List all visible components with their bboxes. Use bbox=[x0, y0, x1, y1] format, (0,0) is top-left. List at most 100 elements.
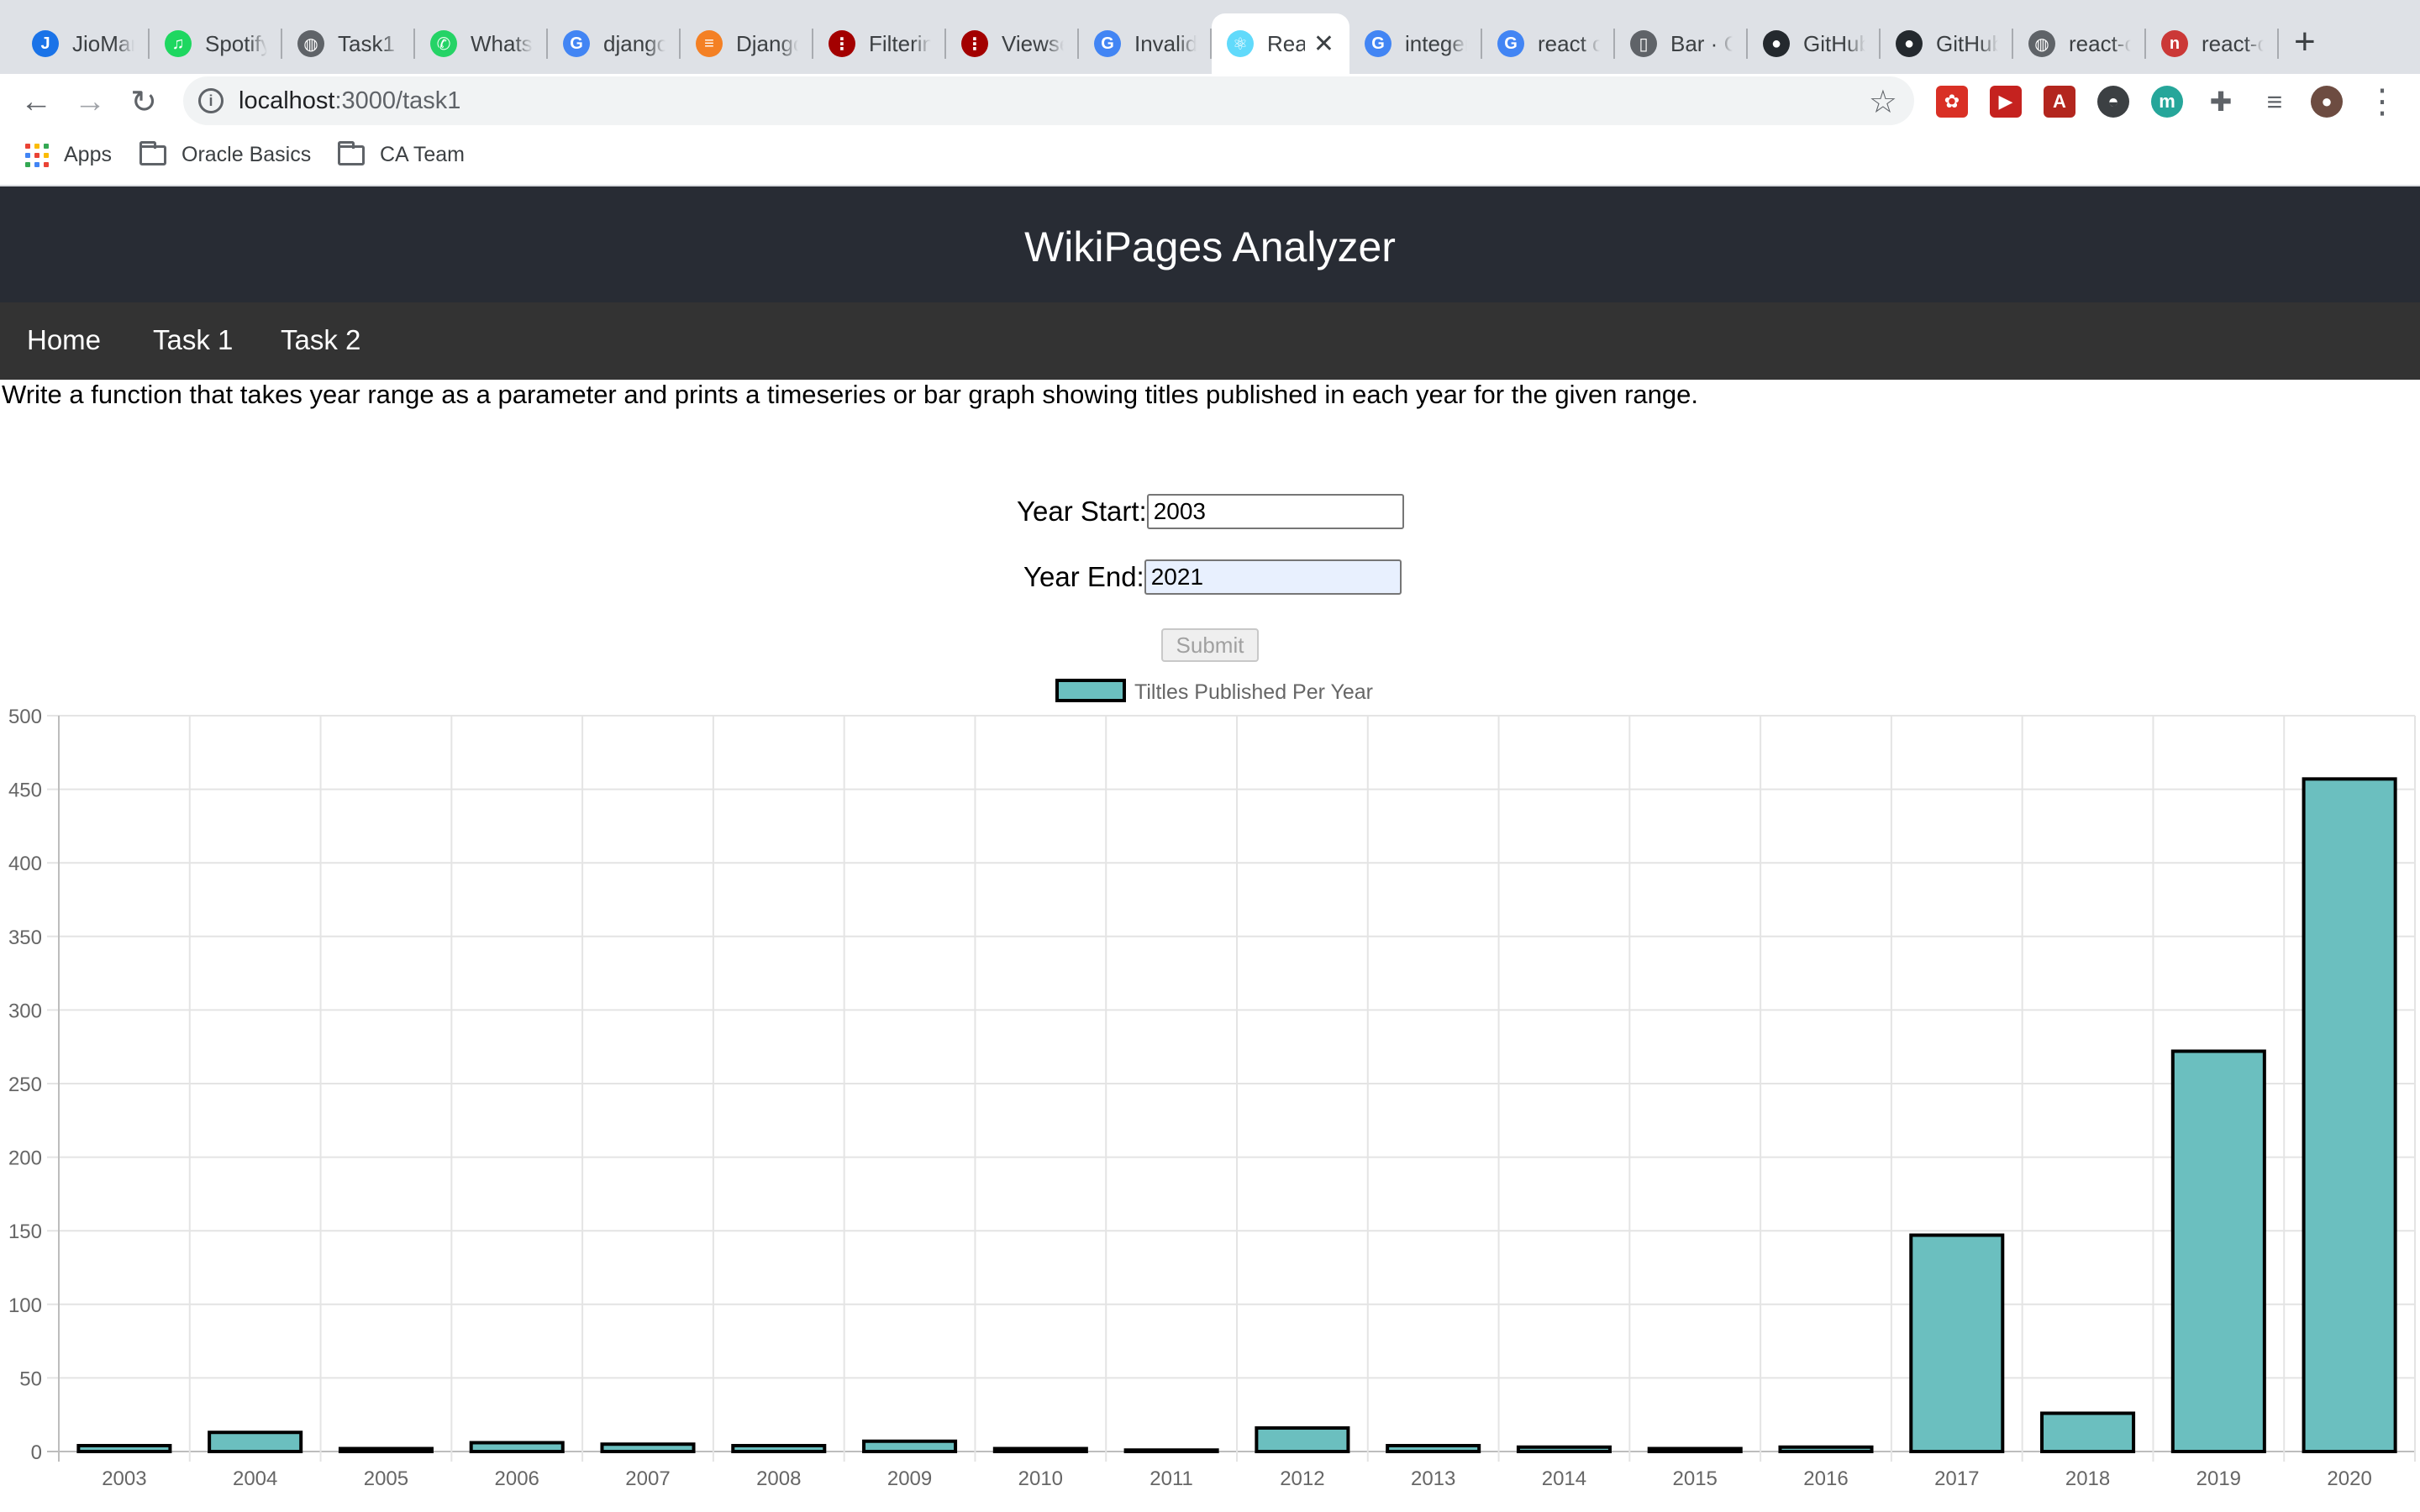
nav-task2-link[interactable]: Task 2 bbox=[281, 324, 360, 356]
url-path: :3000/task1 bbox=[334, 87, 461, 114]
x-tick-label: 2008 bbox=[756, 1467, 801, 1490]
tab-favicon-glyph: ▯ bbox=[1639, 34, 1649, 54]
bar-2012 bbox=[1255, 1425, 1350, 1454]
puzzle-icon[interactable]: ✚ bbox=[2205, 86, 2237, 118]
extension-glyph: A bbox=[2053, 91, 2066, 112]
new-tab-icon[interactable]: + bbox=[2294, 22, 2316, 62]
tab-favicon-glyph: ≡ bbox=[704, 34, 714, 53]
x-tick-label: 2017 bbox=[1934, 1467, 1979, 1490]
stackoverflow-icon: ≡ bbox=[696, 30, 723, 57]
y-tick-label: 350 bbox=[8, 927, 42, 949]
url-text[interactable]: localhost:3000/task1 bbox=[239, 87, 460, 115]
tab-favicon-glyph: ⋮ bbox=[966, 34, 983, 54]
browser-tab[interactable]: J JioMart bbox=[17, 13, 150, 74]
bar-2013 bbox=[1386, 1443, 1481, 1454]
submit-button[interactable]: Submit bbox=[1161, 628, 1259, 662]
bar-2003 bbox=[76, 1443, 172, 1454]
tab-title: Bar · Chart bbox=[1670, 30, 1733, 56]
tab-title: Filtering bbox=[869, 30, 931, 56]
extension-glyph: ≡ bbox=[2266, 86, 2283, 117]
browser-tab[interactable]: G Invalid bbox=[1079, 13, 1212, 74]
url-host: localhost bbox=[239, 87, 335, 114]
browser-tab[interactable]: ♫ Spotify bbox=[150, 13, 282, 74]
bar-2010 bbox=[992, 1446, 1088, 1453]
extension-glyph: ✚ bbox=[2209, 87, 2233, 117]
browser-tab[interactable]: n react-chartjs bbox=[2146, 13, 2279, 74]
browser-tab[interactable]: Ginteger bbox=[1349, 13, 1482, 74]
drf-icon: ⋮ bbox=[829, 30, 855, 57]
info-icon[interactable]: i bbox=[198, 88, 224, 113]
back-arrow-icon[interactable]: ← bbox=[17, 82, 55, 121]
browser-tab[interactable]: ⚛ React App ✕ bbox=[1212, 13, 1349, 74]
x-tick-label: 2007 bbox=[625, 1467, 670, 1490]
extension-play-icon[interactable]: ▶ bbox=[1990, 86, 2022, 118]
bar-2020 bbox=[2302, 777, 2397, 1453]
google-icon: G bbox=[1094, 30, 1121, 57]
media-queue-icon[interactable]: ≡ bbox=[2259, 86, 2291, 118]
extension-glyph: ▶ bbox=[1998, 91, 2013, 112]
browser-tab[interactable]: Gdjango bbox=[548, 13, 681, 74]
extension-circle-icon[interactable]: ◓ bbox=[2097, 86, 2129, 118]
bar-2019 bbox=[2170, 1049, 2266, 1453]
y-tick-label: 400 bbox=[8, 853, 42, 875]
google-icon: G bbox=[1365, 30, 1392, 57]
google-icon: G bbox=[1497, 30, 1524, 57]
bar-2007 bbox=[600, 1442, 696, 1453]
x-tick-label: 2004 bbox=[233, 1467, 277, 1490]
tab-favicon-glyph: ● bbox=[1770, 34, 1782, 53]
forward-arrow-icon[interactable]: → bbox=[71, 82, 109, 121]
tab-title: Viewsets bbox=[1002, 30, 1064, 56]
x-tick-label: 2006 bbox=[495, 1467, 539, 1490]
y-tick-label: 500 bbox=[8, 706, 42, 728]
nav-home-link[interactable]: Home bbox=[27, 324, 101, 356]
tab-favicon-glyph: G bbox=[1371, 34, 1385, 53]
y-tick-label: 50 bbox=[19, 1368, 42, 1390]
y-tick-label: 250 bbox=[8, 1074, 42, 1096]
year-start-row: Year Start: bbox=[1017, 494, 1404, 529]
browser-tab[interactable]: ▯ Bar · Chart bbox=[1615, 13, 1748, 74]
tab-title: react-chart bbox=[2069, 30, 2131, 56]
browser-tab[interactable]: ≡ Django bbox=[681, 13, 813, 74]
browser-tab[interactable]: ⋮ Viewsets bbox=[946, 13, 1079, 74]
bookmark-apps[interactable]: Apps bbox=[25, 143, 112, 167]
x-tick-label: 2014 bbox=[1542, 1467, 1586, 1490]
github-icon: ● bbox=[1763, 30, 1790, 57]
bar-chart: 0 50 100 150 200 250 300 350 400 450 500 2003 2004 20… bbox=[8, 679, 2416, 1490]
react-icon: ⚛ bbox=[1227, 30, 1254, 57]
tab-title: integer bbox=[1405, 30, 1467, 56]
bookmark-oracle-basics[interactable]: Oracle Basics bbox=[139, 140, 311, 167]
browser-tab[interactable]: ● GitHub bbox=[1748, 13, 1881, 74]
bar-2014 bbox=[1516, 1445, 1612, 1454]
nav-task1-link[interactable]: Task 1 bbox=[153, 324, 233, 356]
github-icon: ● bbox=[1896, 30, 1923, 57]
tab-favicon-glyph: ● bbox=[1903, 34, 1915, 53]
browser-tab[interactable]: ⋮ Filtering bbox=[813, 13, 946, 74]
reload-icon[interactable]: ↻ bbox=[124, 82, 163, 121]
profile-avatar[interactable]: ● bbox=[2311, 86, 2343, 118]
year-end-input[interactable] bbox=[1144, 559, 1402, 595]
extension-m-icon[interactable]: m bbox=[2151, 86, 2183, 118]
tab-close-icon[interactable]: ✕ bbox=[1313, 29, 1334, 59]
x-tick-label: 2005 bbox=[364, 1467, 408, 1490]
tab-favicon-glyph: ⚛ bbox=[1233, 34, 1248, 54]
bar-2015 bbox=[1647, 1446, 1743, 1453]
browser-tab[interactable]: ◍ Task1 Wiki bbox=[282, 13, 415, 74]
browser-tab[interactable]: ◍ react-chart bbox=[2013, 13, 2146, 74]
bookmark-star-icon[interactable]: ☆ bbox=[1869, 83, 1897, 121]
apps-icon bbox=[25, 143, 49, 167]
bookmark-label: CA Team bbox=[380, 143, 465, 166]
bookmark-ca-team[interactable]: CA Team bbox=[338, 140, 465, 167]
address-bar[interactable]: i localhost:3000/task1 ☆ bbox=[183, 76, 1914, 125]
extension-glyph: m bbox=[2159, 91, 2175, 112]
extension-red-icon[interactable]: ✿ bbox=[1936, 86, 1968, 118]
browser-tab[interactable]: ● GitHub bbox=[1881, 13, 2013, 74]
npm-icon: n bbox=[2161, 30, 2188, 57]
extension-pdf-icon[interactable]: A bbox=[2044, 86, 2075, 118]
browser-menu-icon[interactable]: ⋮ bbox=[2363, 82, 2402, 121]
bar-2011 bbox=[1123, 1448, 1219, 1453]
year-start-input[interactable] bbox=[1146, 494, 1404, 529]
y-tick-label: 200 bbox=[8, 1147, 42, 1170]
browser-tab[interactable]: ✆ WhatsApp bbox=[415, 13, 548, 74]
browser-tab[interactable]: Greact chart bbox=[1482, 13, 1615, 74]
x-tick-label: 2012 bbox=[1280, 1467, 1324, 1490]
